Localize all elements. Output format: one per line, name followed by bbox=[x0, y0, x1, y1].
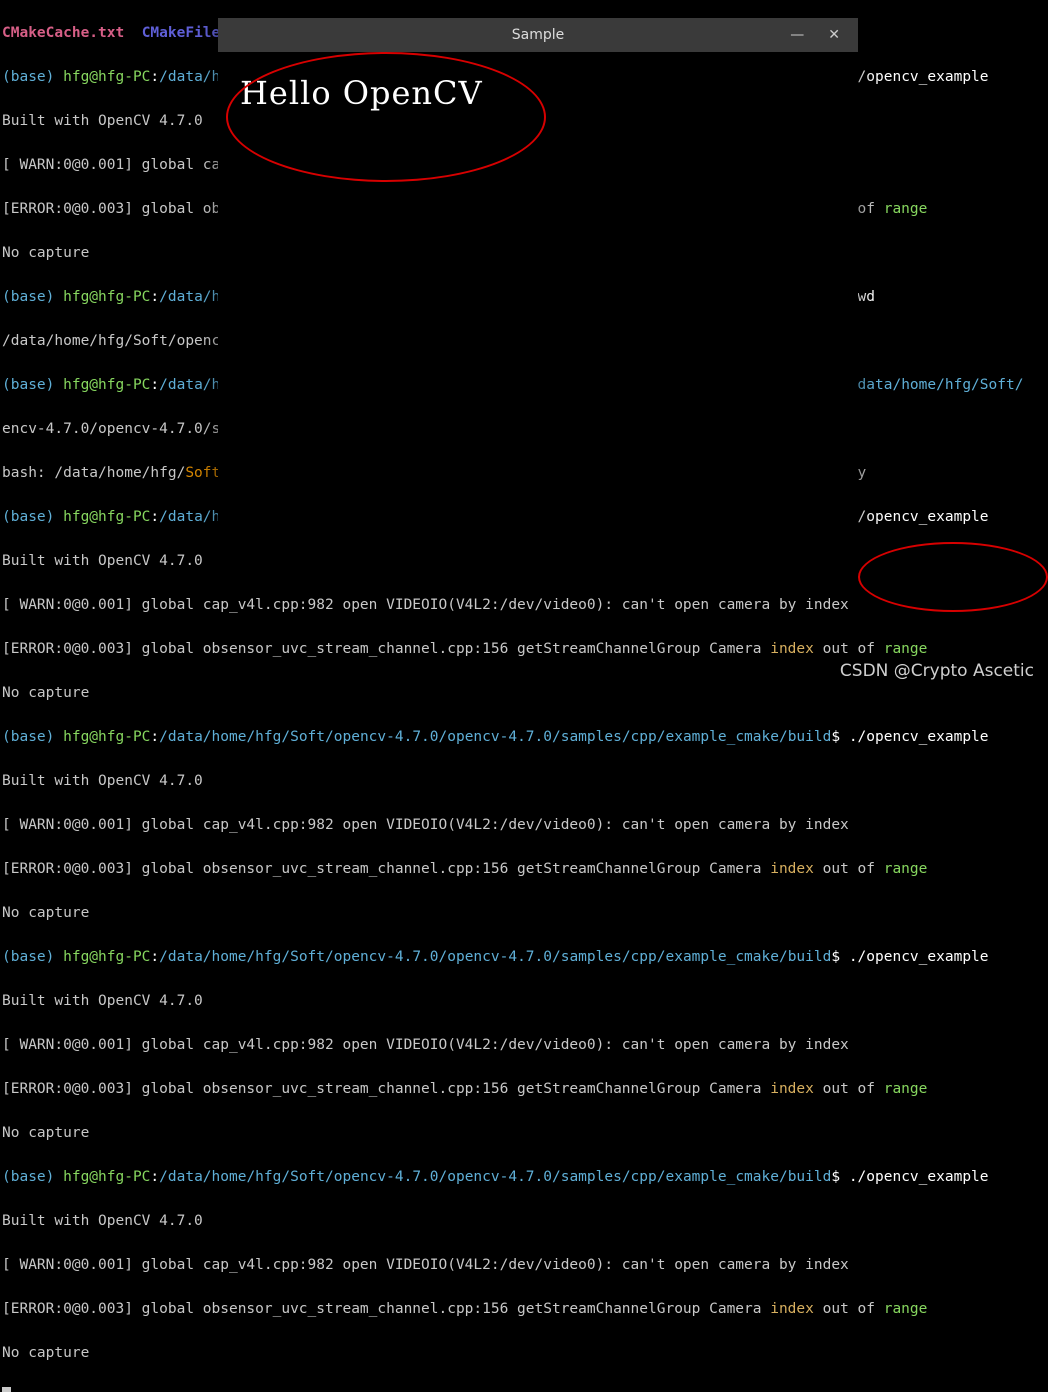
output-nocap: No capture bbox=[2, 1122, 1046, 1144]
cursor bbox=[2, 1387, 11, 1392]
prompt-line: (base) hfg@hfg-PC:/data/home/hfg/Soft/op… bbox=[2, 946, 1046, 968]
output-built: Built with OpenCV 4.7.0 bbox=[2, 1210, 1046, 1232]
sample-content: Hello OpenCV bbox=[218, 52, 858, 533]
prompt-line: (base) hfg@hfg-PC:/data/home/hfg/Soft/op… bbox=[2, 726, 1046, 748]
output-error: [ERROR:0@0.003] global obsensor_uvc_stre… bbox=[2, 638, 1046, 660]
titlebar[interactable]: Sample — ✕ bbox=[218, 18, 858, 52]
output-nocap: No capture bbox=[2, 1342, 1046, 1364]
output-built: Built with OpenCV 4.7.0 bbox=[2, 990, 1046, 1012]
watermark: CSDN @Crypto Ascetic bbox=[840, 660, 1034, 682]
output-error: [ERROR:0@0.003] global obsensor_uvc_stre… bbox=[2, 858, 1046, 880]
prompt-line: (base) hfg@hfg-PC:/data/home/hfg/Soft/op… bbox=[2, 1166, 1046, 1188]
output-warn: [ WARN:0@0.001] global cap_v4l.cpp:982 o… bbox=[2, 1034, 1046, 1056]
output-warn: [ WARN:0@0.001] global cap_v4l.cpp:982 o… bbox=[2, 814, 1046, 836]
output-built: Built with OpenCV 4.7.0 bbox=[2, 770, 1046, 792]
output-nocap: No capture bbox=[2, 902, 1046, 924]
cursor-line[interactable] bbox=[2, 1386, 1046, 1392]
window-title: Sample bbox=[218, 24, 858, 46]
output-built: Built with OpenCV 4.7.0 bbox=[2, 550, 1046, 572]
output-warn: [ WARN:0@0.001] global cap_v4l.cpp:982 o… bbox=[2, 594, 1046, 616]
window-controls: — ✕ bbox=[790, 18, 852, 52]
output-error: [ERROR:0@0.003] global obsensor_uvc_stre… bbox=[2, 1298, 1046, 1320]
output-warn: [ WARN:0@0.001] global cap_v4l.cpp:982 o… bbox=[2, 1254, 1046, 1276]
output-nocap: No capture bbox=[2, 682, 1046, 704]
minimize-button[interactable]: — bbox=[790, 24, 804, 46]
hello-text: Hello OpenCV bbox=[240, 82, 483, 104]
close-button[interactable]: ✕ bbox=[828, 24, 840, 46]
output-error: [ERROR:0@0.003] global obsensor_uvc_stre… bbox=[2, 1078, 1046, 1100]
sample-window[interactable]: Sample — ✕ Hello OpenCV bbox=[218, 18, 858, 533]
